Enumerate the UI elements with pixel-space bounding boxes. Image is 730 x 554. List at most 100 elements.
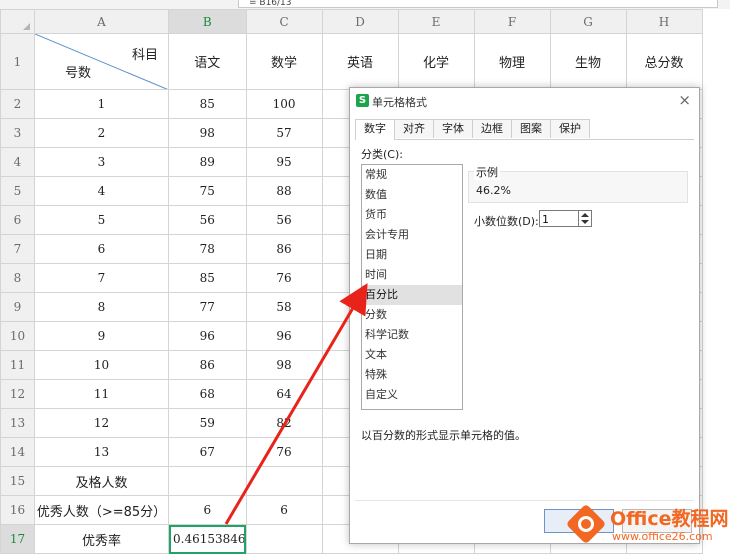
cell[interactable]: [245, 466, 323, 496]
tab-protection[interactable]: 保护: [550, 119, 590, 138]
column-header-a[interactable]: A: [34, 9, 169, 34]
math-score-cell[interactable]: 76: [245, 263, 323, 293]
math-score-cell[interactable]: 82: [245, 408, 323, 438]
formula-input[interactable]: = B16/13: [238, 0, 718, 8]
number-cell[interactable]: 2: [34, 118, 169, 148]
cell[interactable]: 6: [245, 495, 323, 525]
decimal-places-input[interactable]: 1: [539, 210, 579, 227]
chinese-score-cell[interactable]: 77: [168, 292, 247, 322]
number-cell[interactable]: 13: [34, 437, 169, 467]
row-header[interactable]: 4: [0, 147, 35, 177]
math-score-cell[interactable]: 57: [245, 118, 323, 148]
row-header[interactable]: 1: [0, 33, 35, 90]
number-cell[interactable]: 1: [34, 89, 169, 119]
header-cell-physics[interactable]: 物理: [473, 33, 551, 90]
chinese-score-cell[interactable]: 86: [168, 350, 247, 380]
header-cell-total[interactable]: 总分数: [625, 33, 703, 90]
row-header[interactable]: 17: [0, 524, 35, 554]
column-header-e[interactable]: E: [397, 9, 475, 34]
chinese-score-cell[interactable]: 78: [168, 234, 247, 264]
chinese-score-cell[interactable]: 67: [168, 437, 247, 467]
category-item[interactable]: 常规: [362, 165, 462, 185]
number-cell[interactable]: 12: [34, 408, 169, 438]
math-score-cell[interactable]: 98: [245, 350, 323, 380]
spin-down-icon[interactable]: [581, 220, 589, 224]
math-score-cell[interactable]: 96: [245, 321, 323, 351]
math-score-cell[interactable]: 86: [245, 234, 323, 264]
row-header[interactable]: 6: [0, 205, 35, 235]
column-header-c[interactable]: C: [245, 9, 323, 34]
category-item[interactable]: 科学记数: [362, 325, 462, 345]
column-header-d[interactable]: D: [321, 9, 399, 34]
number-cell[interactable]: 3: [34, 147, 169, 177]
row-header[interactable]: 7: [0, 234, 35, 264]
pass-count-label[interactable]: 及格人数: [34, 466, 169, 496]
number-cell[interactable]: 10: [34, 350, 169, 380]
decimal-places-spinner[interactable]: [579, 210, 592, 227]
row-header[interactable]: 8: [0, 263, 35, 293]
column-header-h[interactable]: H: [625, 9, 703, 34]
tab-font[interactable]: 字体: [433, 119, 473, 138]
math-score-cell[interactable]: 64: [245, 379, 323, 409]
chinese-score-cell[interactable]: 75: [168, 176, 247, 206]
chinese-score-cell[interactable]: 85: [168, 89, 247, 119]
header-cell-chinese[interactable]: 语文: [168, 33, 247, 90]
number-cell[interactable]: 9: [34, 321, 169, 351]
category-item[interactable]: 分数: [362, 305, 462, 325]
chinese-score-cell[interactable]: 68: [168, 379, 247, 409]
row-header[interactable]: 10: [0, 321, 35, 351]
math-score-cell[interactable]: 95: [245, 147, 323, 177]
column-header-g[interactable]: G: [549, 9, 627, 34]
row-header[interactable]: 15: [0, 466, 35, 496]
cell[interactable]: 6: [168, 495, 247, 525]
tab-number[interactable]: 数字: [355, 119, 395, 140]
cell[interactable]: [168, 466, 247, 496]
excellent-rate-label[interactable]: 优秀率: [34, 524, 169, 554]
math-score-cell[interactable]: 88: [245, 176, 323, 206]
diagonal-header-cell[interactable]: 科目 号数: [34, 33, 169, 90]
category-list[interactable]: 常规 数值 货币 会计专用 日期 时间 百分比 分数 科学记数 文本 特殊 自定义: [361, 164, 463, 410]
row-header[interactable]: 11: [0, 350, 35, 380]
column-header-b[interactable]: B: [168, 9, 247, 34]
excellent-count-label[interactable]: 优秀人数（>=85分）: [34, 495, 169, 525]
number-cell[interactable]: 4: [34, 176, 169, 206]
chinese-score-cell[interactable]: 59: [168, 408, 247, 438]
header-cell-chemistry[interactable]: 化学: [397, 33, 475, 90]
row-header[interactable]: 3: [0, 118, 35, 148]
category-item[interactable]: 文本: [362, 345, 462, 365]
close-icon[interactable]: ×: [678, 91, 691, 109]
tab-border[interactable]: 边框: [472, 119, 512, 138]
number-cell[interactable]: 5: [34, 205, 169, 235]
category-item[interactable]: 货币: [362, 205, 462, 225]
number-cell[interactable]: 6: [34, 234, 169, 264]
select-all-corner[interactable]: [0, 9, 35, 34]
header-cell-biology[interactable]: 生物: [549, 33, 627, 90]
chinese-score-cell[interactable]: 85: [168, 263, 247, 293]
category-item[interactable]: 特殊: [362, 365, 462, 385]
math-score-cell[interactable]: 76: [245, 437, 323, 467]
chinese-score-cell[interactable]: 89: [168, 147, 247, 177]
category-item[interactable]: 日期: [362, 245, 462, 265]
header-cell-english[interactable]: 英语: [321, 33, 399, 90]
tab-pattern[interactable]: 图案: [511, 119, 551, 138]
chinese-score-cell[interactable]: 98: [168, 118, 247, 148]
chinese-score-cell[interactable]: 56: [168, 205, 247, 235]
math-score-cell[interactable]: 56: [245, 205, 323, 235]
number-cell[interactable]: 8: [34, 292, 169, 322]
category-item[interactable]: 自定义: [362, 385, 462, 405]
math-score-cell[interactable]: 58: [245, 292, 323, 322]
row-header[interactable]: 16: [0, 495, 35, 525]
spin-up-icon[interactable]: [581, 213, 589, 217]
column-header-f[interactable]: F: [473, 9, 551, 34]
category-item[interactable]: 百分比: [362, 285, 462, 305]
row-header[interactable]: 14: [0, 437, 35, 467]
tab-alignment[interactable]: 对齐: [394, 119, 434, 138]
chinese-score-cell[interactable]: 96: [168, 321, 247, 351]
row-header[interactable]: 9: [0, 292, 35, 322]
number-cell[interactable]: 7: [34, 263, 169, 293]
math-score-cell[interactable]: 100: [245, 89, 323, 119]
dialog-title-bar[interactable]: S 单元格格式 ×: [350, 88, 699, 114]
category-item[interactable]: 时间: [362, 265, 462, 285]
header-cell-math[interactable]: 数学: [245, 33, 323, 90]
row-header[interactable]: 12: [0, 379, 35, 409]
